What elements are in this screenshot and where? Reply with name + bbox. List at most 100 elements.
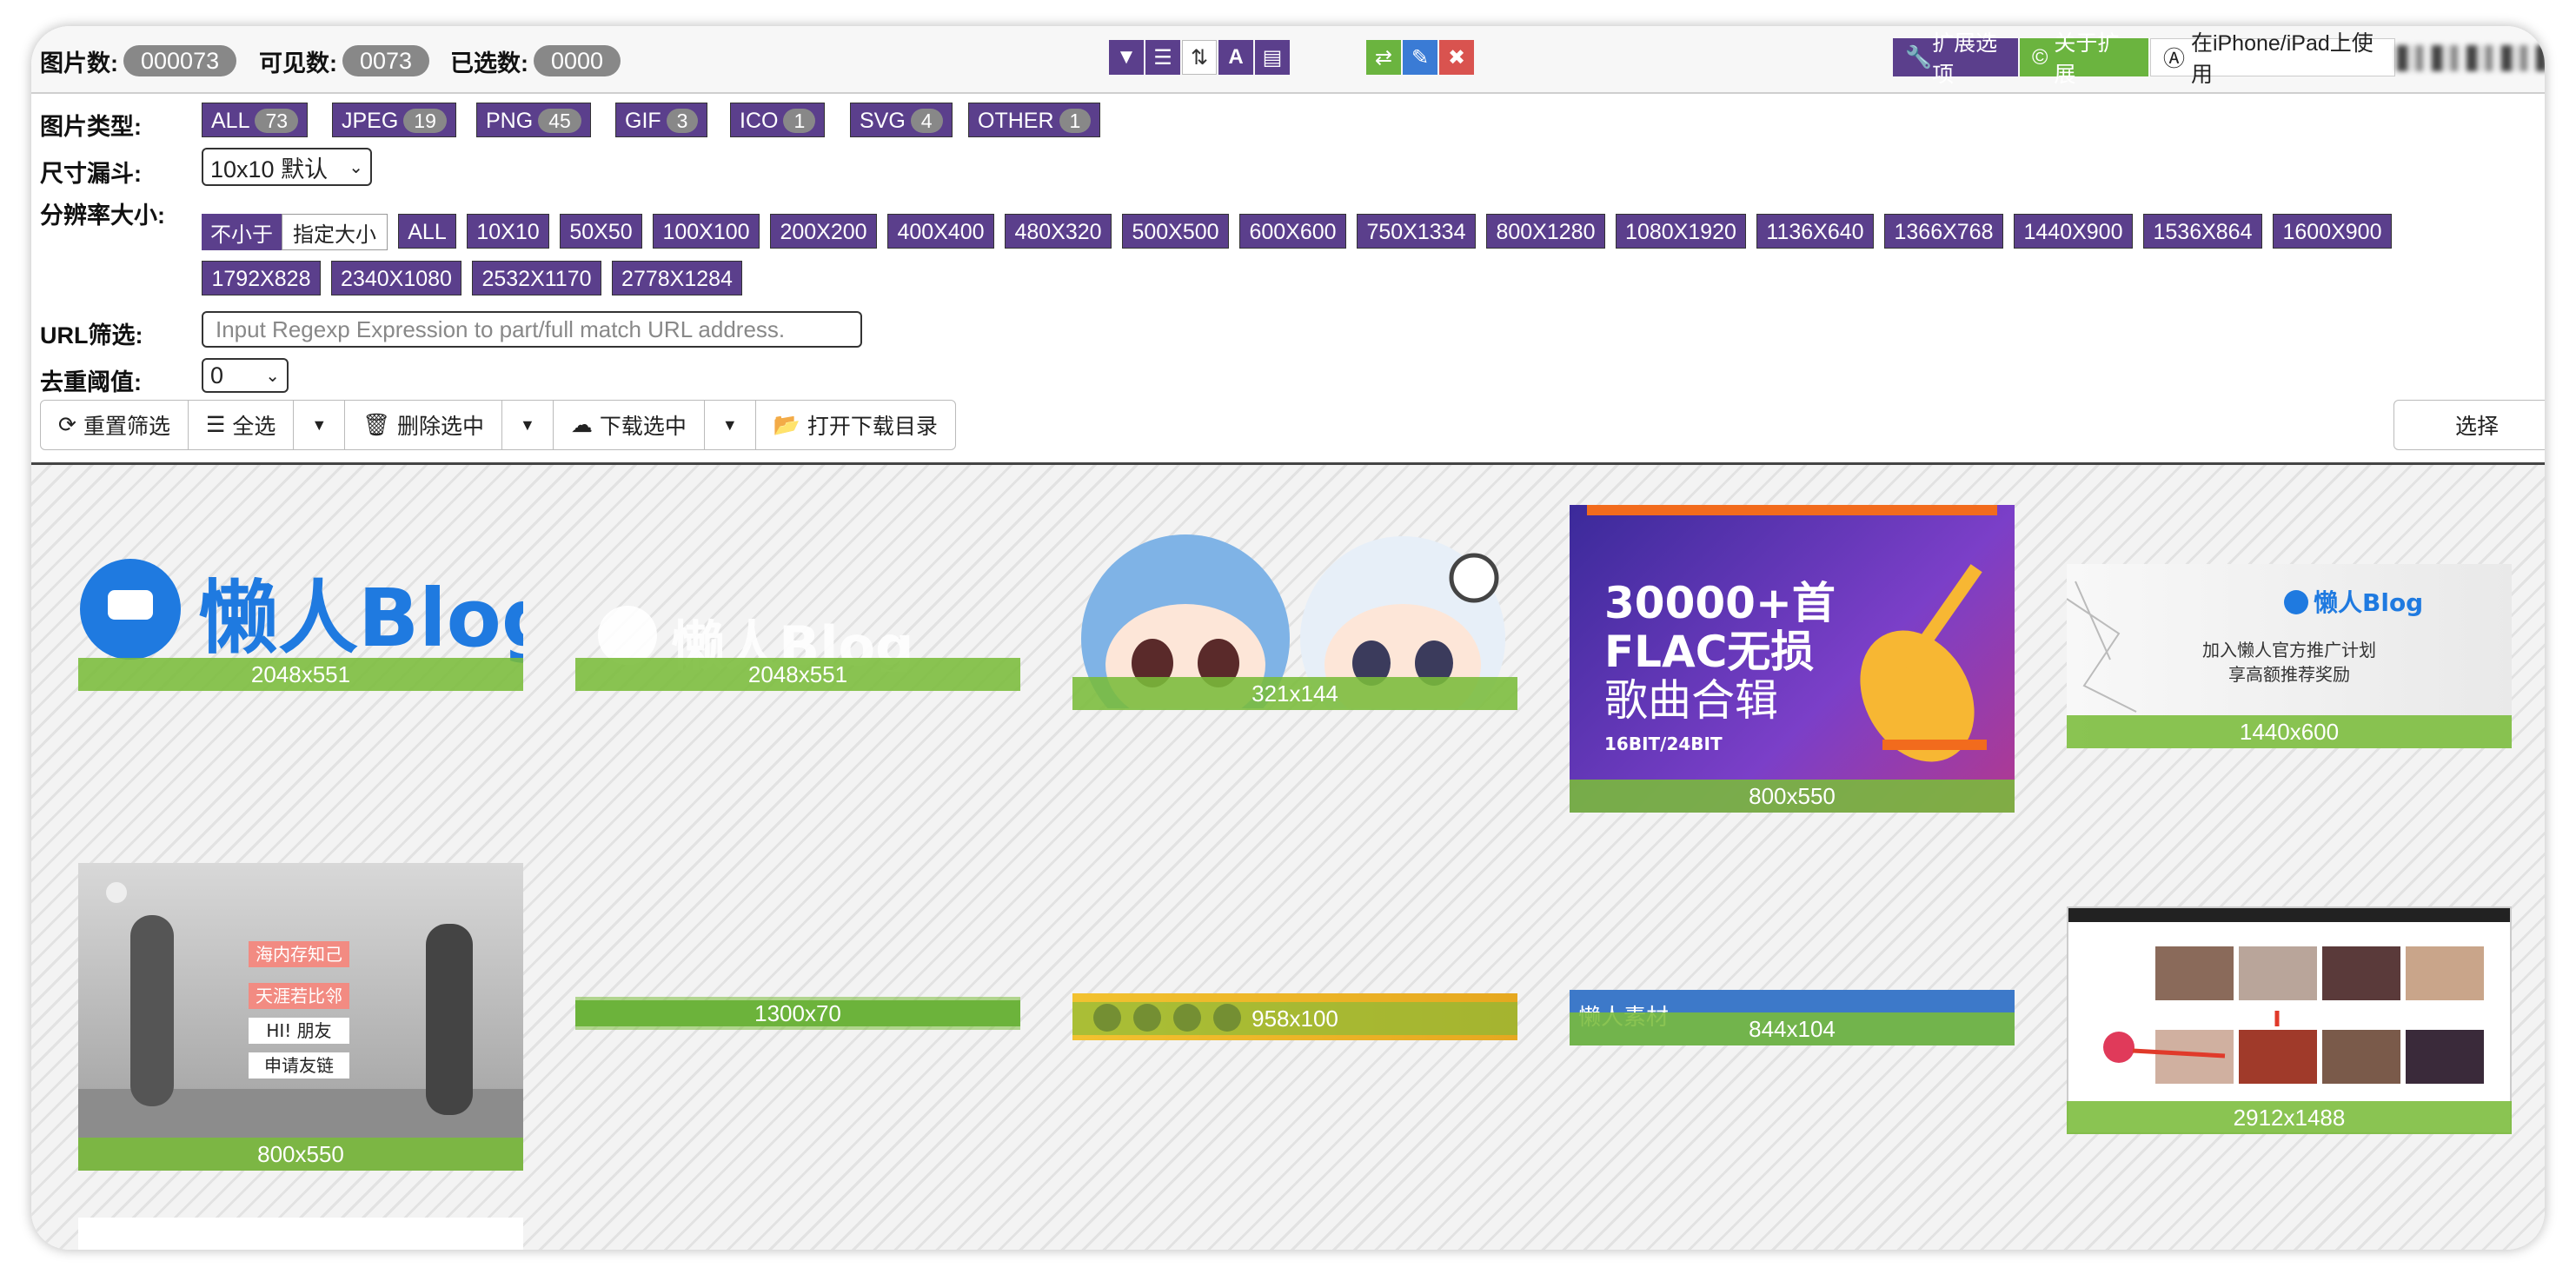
image-thumbnail[interactable]: 海内存知己 天涯若比邻 HI! 朋友 申请友链 — [78, 863, 523, 1171]
image-card[interactable] — [78, 1218, 523, 1250]
image-card[interactable]: 懒人Blog 2048x551 — [78, 552, 523, 691]
image-card[interactable]: 1300x70 — [575, 997, 1020, 1030]
type-chip-count: 1 — [783, 109, 816, 133]
type-chip-other[interactable]: OTHER 1 — [968, 103, 1101, 137]
selected-count: 已选数: 0000 — [450, 43, 621, 78]
size-funnel-select[interactable]: 10x10 默认 ⌄ — [202, 148, 372, 186]
resolution-chip-480x320[interactable]: 480X320 — [1005, 214, 1112, 249]
url-filter-input[interactable] — [202, 311, 862, 348]
image-size-caption: 800x550 — [1570, 780, 2015, 813]
selected-count-label: 已选数: — [450, 50, 528, 76]
sort-icon[interactable]: ⇅ — [1182, 40, 1217, 75]
bookmark-icon[interactable]: ✎ — [1403, 40, 1437, 75]
image-card[interactable]: 懒人Blog 加入懒人官方推广计划 享高额推荐奖励 1440x600 — [2067, 564, 2512, 748]
banner-line-2: 享高额推荐奖励 — [2228, 664, 2350, 685]
resolution-chip-1440x900[interactable]: 1440X900 — [2014, 214, 2133, 249]
size-funnel-value: 10x10 默认 — [210, 156, 329, 183]
image-thumbnail[interactable] — [2067, 906, 2512, 1134]
list-icon[interactable]: ☰ — [1145, 40, 1180, 75]
resolution-chip-1136x640[interactable]: 1136X640 — [1756, 214, 1874, 249]
resolution-chip-100x100[interactable]: 100X100 — [653, 214, 760, 249]
image-card[interactable]: 懒人Blog 2048x551 — [575, 552, 1020, 691]
image-card[interactable]: 321x144 — [1072, 508, 1517, 710]
app-store-icon: Ⓐ — [2163, 47, 2191, 71]
visible-count-label: 可见数: — [259, 50, 337, 76]
caret-down-icon: ▼ — [520, 415, 535, 434]
select-all-dropdown-toggle[interactable]: ▼ — [294, 401, 346, 449]
about-extension-button[interactable]: © 关于扩展 — [2020, 31, 2148, 87]
font-icon[interactable]: A — [1218, 40, 1253, 75]
image-card[interactable]: 海内存知己 天涯若比邻 HI! 朋友 申请友链 800x550 — [78, 863, 523, 1171]
filter-icon[interactable]: ▼ — [1109, 40, 1144, 75]
type-chip-count: 1 — [1059, 109, 1092, 133]
type-chip-svg[interactable]: SVG 4 — [850, 103, 953, 137]
image-thumbnail[interactable]: 30000+首 FLAC无损 歌曲合辑 16BIT/24BIT — [1570, 505, 2015, 813]
filter-panel: 图片类型: ALL 73 JPEG 19 PNG 45 GIF 3 ICO 1 SVG 4 OTHER 1… — [31, 94, 2545, 465]
extension-options-button[interactable]: 🔧 扩展选项 — [1893, 31, 2018, 87]
photo-tag-2: 天涯若比邻 — [256, 986, 342, 1006]
dedupe-threshold-select[interactable]: 0 ⌄ — [202, 358, 289, 393]
image-thumbnail[interactable]: 懒人Blog — [575, 552, 1020, 672]
action-button-group: ⟳ 重置筛选 ☰ 全选 ▼ 🗑 删除选中 ▼ ☁ 下载选中 ▼ 📂 打开下载目录 — [40, 400, 956, 450]
banner-line-4: 16BIT/24BIT — [1604, 733, 1723, 754]
wrench-icon: 🔧 — [1905, 44, 1933, 70]
select-button[interactable]: 选择 — [2393, 400, 2545, 450]
url-filter-label: URL筛选: — [40, 322, 143, 348]
size-funnel-label: 尺寸漏斗: — [40, 161, 142, 187]
type-chip-png[interactable]: PNG 45 — [476, 103, 591, 137]
banner-line-3: 歌曲合辑 — [1604, 675, 1778, 726]
resolution-chip-1792x828[interactable]: 1792X828 — [202, 261, 321, 295]
resolution-chip-1080x1920[interactable]: 1080X1920 — [1616, 214, 1746, 249]
type-chip-gif[interactable]: GIF 3 — [615, 103, 708, 137]
resolution-chip-10x10[interactable]: 10X10 — [467, 214, 549, 249]
delete-selected-button[interactable]: 🗑 删除选中 — [345, 401, 502, 449]
image-card[interactable]: 958x100 — [1072, 993, 1517, 1040]
reset-filter-button[interactable]: ⟳ 重置筛选 — [41, 401, 189, 449]
type-chip-all[interactable]: ALL 73 — [202, 103, 309, 137]
resolution-chip-200x200[interactable]: 200X200 — [770, 214, 877, 249]
image-size-caption: 2912x1488 — [2067, 1101, 2512, 1134]
resolution-chip-2340x1080[interactable]: 2340X1080 — [331, 261, 461, 295]
caret-down-icon: ▼ — [311, 415, 328, 434]
reset-filter-label: 重置筛选 — [83, 415, 170, 439]
copyright-icon: © — [2032, 44, 2055, 70]
resolution-chip-50x50[interactable]: 50X50 — [560, 214, 642, 249]
type-chip-ico[interactable]: ICO 1 — [730, 103, 826, 137]
resolution-chip-500x500[interactable]: 500X500 — [1122, 214, 1229, 249]
resolution-chip-600x600[interactable]: 600X600 — [1239, 214, 1346, 249]
delete-dropdown-toggle[interactable]: ▼ — [502, 401, 554, 449]
resolution-chip-750x1334[interactable]: 750X1334 — [1357, 214, 1476, 249]
photo-tag-4: 申请友链 — [264, 1055, 334, 1076]
resolution-mode-exact[interactable]: 指定大小 — [282, 214, 388, 250]
ios-usage-label: 在iPhone/iPad上使用 — [2190, 31, 2374, 87]
download-selected-button[interactable]: ☁ 下载选中 — [554, 401, 705, 449]
select-all-button[interactable]: ☰ 全选 — [189, 401, 295, 449]
image-size-caption: 2048x551 — [575, 658, 1020, 691]
resolution-chip-1600x900[interactable]: 1600X900 — [2273, 214, 2392, 249]
download-dropdown-toggle[interactable]: ▼ — [705, 401, 756, 449]
resolution-chip-2778x1284[interactable]: 2778X1284 — [612, 261, 742, 295]
resolution-mode-min[interactable]: 不小于 — [202, 214, 282, 250]
image-card[interactable]: 懒人素材 844x104 — [1570, 990, 2015, 1045]
open-download-dir-button[interactable]: 📂 打开下载目录 — [756, 401, 955, 449]
resolution-chip-800x1280[interactable]: 800X1280 — [1486, 214, 1605, 249]
image-card[interactable]: 2912x1488 — [2067, 906, 2512, 1134]
resolution-label: 分辨率大小: — [40, 202, 165, 229]
swap-icon[interactable]: ⇄ — [1366, 40, 1401, 75]
image-card[interactable]: 30000+首 FLAC无损 歌曲合辑 16BIT/24BIT 800x550 — [1570, 505, 2015, 813]
resolution-chip-all[interactable]: ALL — [398, 214, 456, 249]
photo-tag-3: HI! 朋友 — [266, 1020, 331, 1041]
resolution-chip-1366x768[interactable]: 1366X768 — [1884, 214, 2003, 249]
close-icon[interactable]: ✖ — [1439, 40, 1474, 75]
layout-icon[interactable]: ▤ — [1255, 40, 1290, 75]
image-type-label: 图片类型: — [40, 114, 142, 140]
resolution-chip-400x400[interactable]: 400X400 — [887, 214, 994, 249]
type-chip-label: ALL — [211, 109, 250, 133]
ios-usage-button[interactable]: Ⓐ 在iPhone/iPad上使用 — [2150, 31, 2395, 87]
resolution-chip-1536x864[interactable]: 1536X864 — [2143, 214, 2262, 249]
type-chip-jpeg[interactable]: JPEG 19 — [332, 103, 456, 137]
resolution-chip-2532x1170[interactable]: 2532X1170 — [472, 261, 601, 295]
banner-line-1: 加入懒人官方推广计划 — [2202, 640, 2376, 660]
image-thumbnail[interactable]: 懒人Blog — [78, 552, 523, 672]
image-thumbnail[interactable] — [78, 1218, 523, 1250]
